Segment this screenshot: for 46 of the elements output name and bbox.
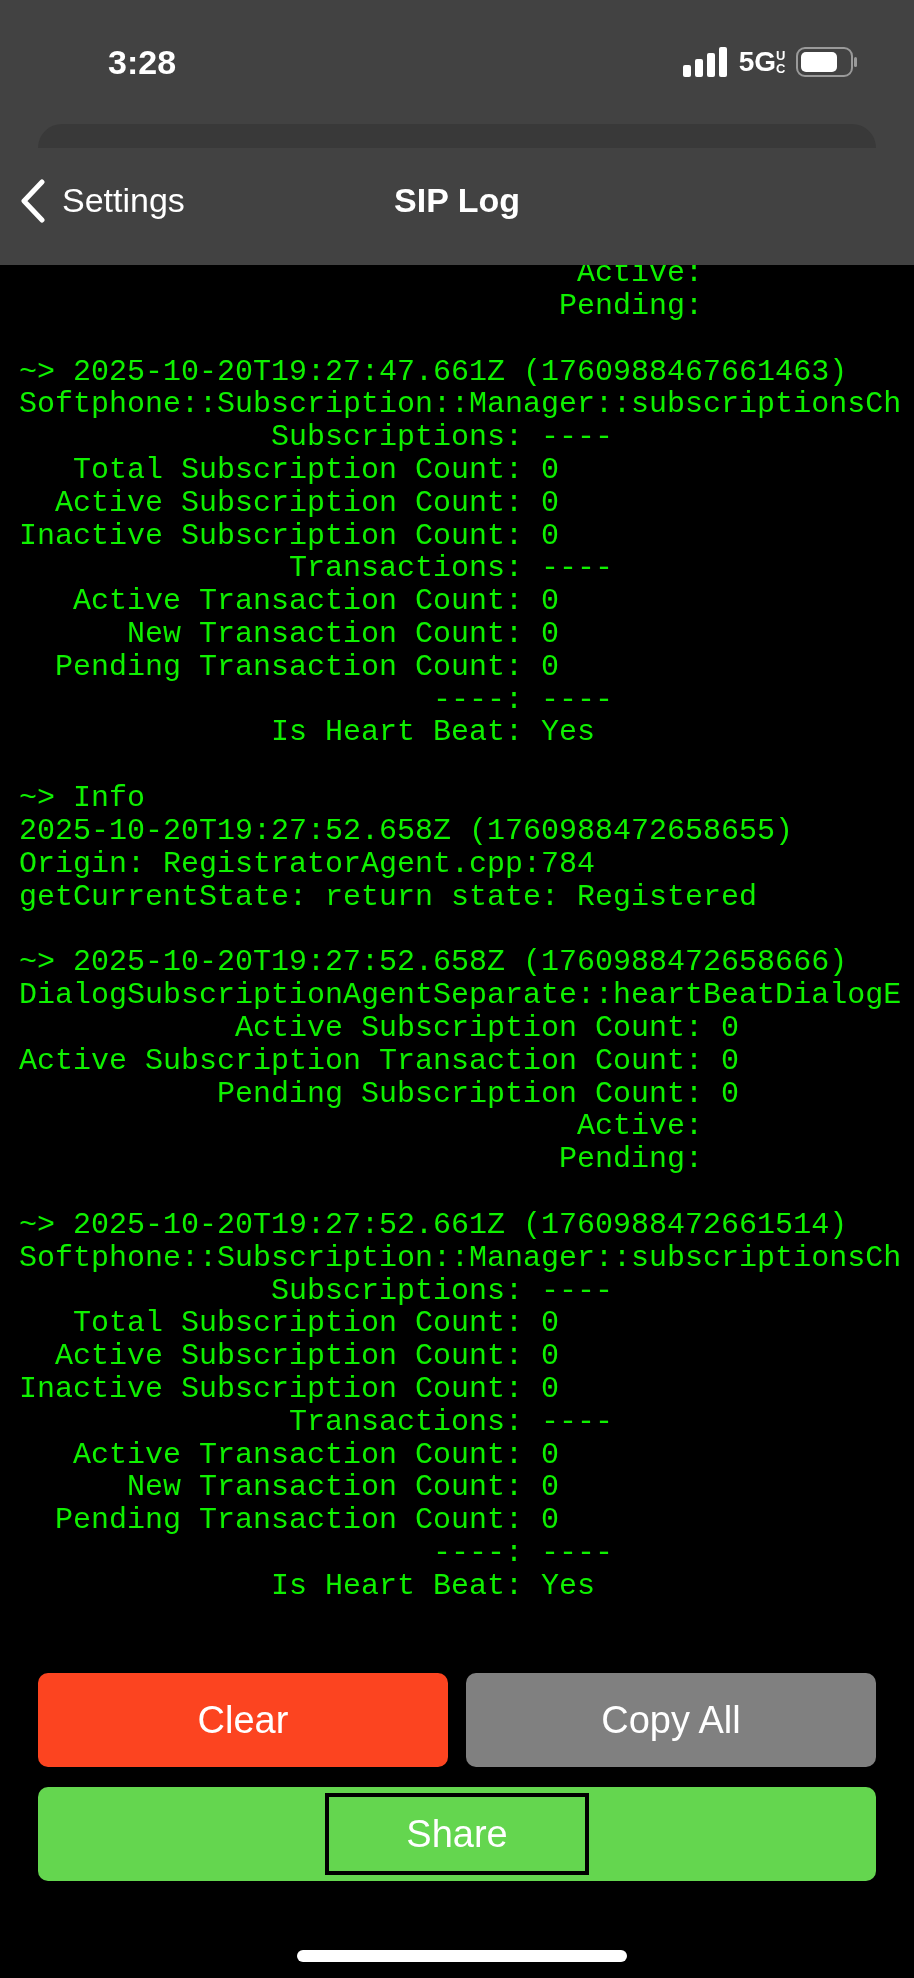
log-line: Pending Transaction Count: 0 <box>54 1504 560 1537</box>
log-line: Active: <box>576 1110 704 1144</box>
clear-button[interactable]: Clear <box>38 1673 448 1767</box>
log-line: getCurrentState: return state: Registered <box>19 880 758 914</box>
log-line: Inactive Subscription Count: 0 <box>19 1372 560 1406</box>
log-line: Is Heart Beat: Yes <box>270 1569 596 1603</box>
log-line: Transactions: ---- <box>288 1405 614 1439</box>
log-line: Active Transaction Count: 0 <box>72 585 560 618</box>
log-line: ~> 2025-10-20T19:27:52.658Z (1760988472658666) <box>19 946 848 980</box>
log-line: Subscriptions: ---- <box>270 421 614 454</box>
chevron-icon <box>20 178 46 223</box>
log-line: ~> Info <box>19 782 146 815</box>
log-line: ----: ---- <box>432 1536 614 1570</box>
log-line: ~> 2025-10-20T19:27:47.661Z (1760988467661463) <box>19 355 848 389</box>
log-line: ----: ---- <box>432 683 614 717</box>
log-line: DialogSubscriptionAgentSeparate::heartBeatDialogE <box>19 979 902 1012</box>
log-line: Active Transaction Count: 0 <box>72 1438 560 1472</box>
log-line: Active Subscription Count: 0 <box>54 486 560 520</box>
screen-title: SIP Log <box>394 180 520 221</box>
log-line: New Transaction Count: 0 <box>126 1471 560 1505</box>
log-line: Is Heart Beat: Yes <box>270 716 596 750</box>
log-line: ~> 2025-10-20T19:27:52.661Z (1760988472661514) <box>19 1208 848 1242</box>
log-line: Total Subscription Count: 0 <box>72 454 560 487</box>
log-line: 2025-10-20T19:27:52.658Z (1760988472658655) <box>19 814 794 848</box>
log-line: Subscriptions: ---- <box>270 1274 614 1308</box>
battery-icon <box>796 47 858 77</box>
log-line: New Transaction Count: 0 <box>126 617 560 651</box>
log-line: Softphone::Subscription::Manager::subscriptionsCh <box>19 1241 902 1275</box>
log-line: Transactions: ---- <box>288 552 614 586</box>
log-line: Origin: RegistratorAgent.cpp:784 <box>19 847 596 881</box>
log-line: Active Subscription Count: 0 <box>234 1011 740 1045</box>
log-line: Pending Transaction Count: 0 <box>54 650 560 684</box>
back-link[interactable]: Settings <box>20 175 185 226</box>
network-label: 5G <box>738 48 776 76</box>
status-time: 3:28 <box>108 41 177 83</box>
log-line: Inactive Subscription Count: 0 <box>19 519 560 553</box>
log-line: Pending: <box>558 1143 704 1176</box>
log-line: Total Subscription Count: 0 <box>72 1307 560 1341</box>
network-type-label: UC <box>776 49 786 75</box>
log-line: Pending: <box>558 289 704 323</box>
log-line: Pending Subscription Count: 0 <box>216 1077 740 1111</box>
copy-button[interactable]: Copy All <box>466 1673 876 1767</box>
signal-icon <box>682 47 729 77</box>
log-line: Active Subscription Count: 0 <box>54 1340 560 1373</box>
log-line: Active Subscription Transaction Count: 0 <box>19 1044 740 1078</box>
log-line: Softphone::Subscription::Manager::subscriptionsCh <box>19 388 902 422</box>
